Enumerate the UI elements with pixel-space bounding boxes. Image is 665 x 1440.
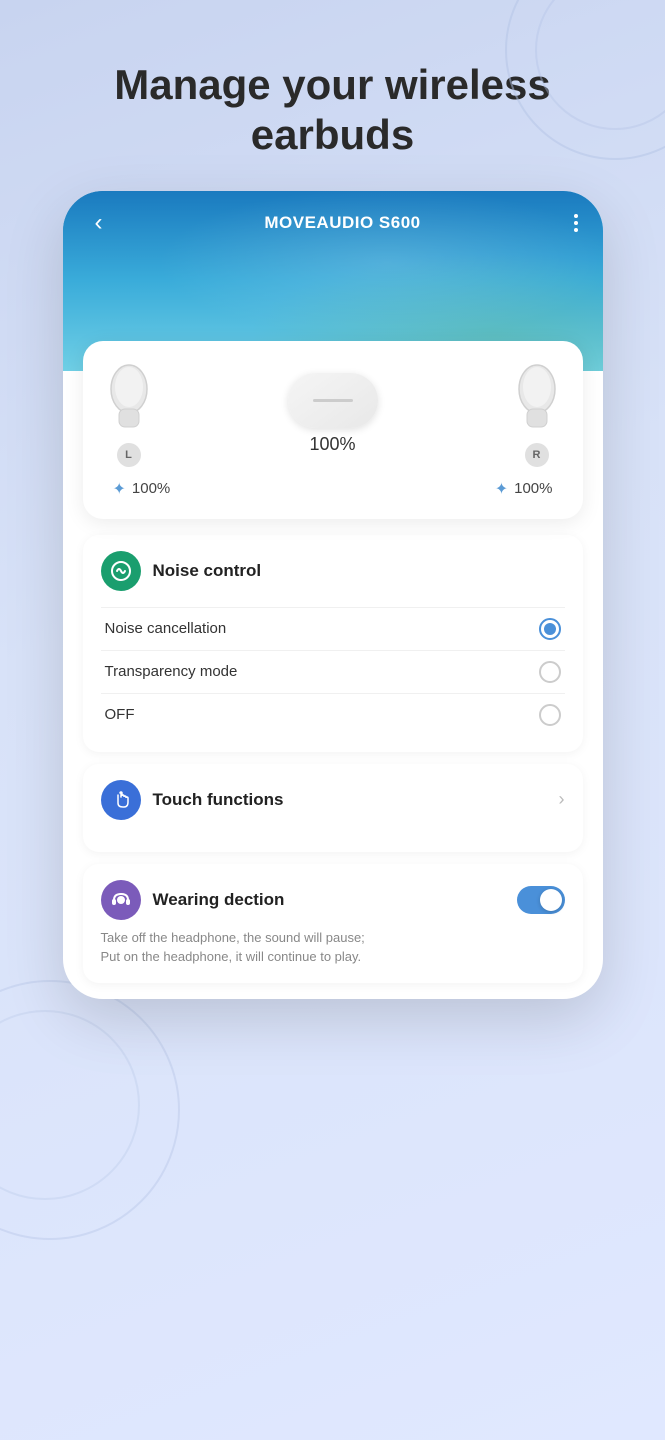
earbuds-section: L 100% R [83, 341, 583, 519]
device-name-label: MOVEAUDIO S600 [264, 213, 420, 233]
transparency-mode-radio[interactable] [539, 661, 561, 683]
earbud-right-icon [511, 361, 563, 439]
earbuds-case-container: L 100% R [103, 361, 563, 467]
noise-control-card: Noise control Noise cancellation Transpa… [83, 535, 583, 752]
radio-inner-selected [544, 623, 556, 635]
more-dot-3 [574, 228, 578, 232]
wearing-desc-line2: Put on the headphone, it will continue t… [101, 949, 362, 964]
noise-control-header: Noise control [101, 551, 565, 591]
page-title-line2: earbuds [251, 111, 414, 158]
phone-mockup: ‹ MOVEAUDIO S600 L [63, 191, 603, 999]
noise-cancellation-row[interactable]: Noise cancellation [101, 607, 565, 650]
left-battery-label: 100% [132, 480, 170, 497]
wearing-detection-toggle[interactable] [517, 886, 565, 914]
touch-functions-card[interactable]: Touch functions › [83, 764, 583, 852]
touch-functions-title: Touch functions [153, 790, 284, 810]
more-menu-button[interactable] [570, 210, 582, 236]
wearing-detection-header: Wearing dection [101, 880, 565, 920]
noise-cancellation-label: Noise cancellation [105, 620, 227, 637]
more-dot-2 [574, 221, 578, 225]
off-row[interactable]: OFF [101, 693, 565, 736]
bluetooth-right-icon: ✦ [495, 479, 508, 499]
case-battery-label: 100% [309, 434, 355, 455]
earbud-left-label: L [117, 443, 141, 467]
battery-row: ✦ 100% ✦ 100% [103, 479, 563, 499]
noise-cancellation-radio[interactable] [539, 618, 561, 640]
wearing-detection-title: Wearing dection [153, 890, 285, 910]
more-dot-1 [574, 214, 578, 218]
toggle-thumb [540, 889, 562, 911]
off-radio[interactable] [539, 704, 561, 726]
header-nav: ‹ MOVEAUDIO S600 [63, 191, 603, 255]
transparency-mode-label: Transparency mode [105, 663, 238, 680]
wearing-desc-line1: Take off the headphone, the sound will p… [101, 930, 365, 945]
wearing-detection-card: Wearing dection Take off the headphone, … [83, 864, 583, 983]
noise-control-icon [101, 551, 141, 591]
back-button[interactable]: ‹ [83, 207, 115, 239]
deco-circle-3 [0, 980, 180, 1240]
earbud-left-icon [103, 361, 155, 439]
content-area: Noise control Noise cancellation Transpa… [63, 519, 603, 999]
transparency-mode-row[interactable]: Transparency mode [101, 650, 565, 693]
earbud-left: L [103, 361, 155, 467]
wearing-detection-icon [101, 880, 141, 920]
wearing-detection-desc: Take off the headphone, the sound will p… [101, 928, 565, 967]
bluetooth-left-icon: ✦ [113, 479, 126, 499]
touch-functions-icon [101, 780, 141, 820]
page-title: Manage your wireless earbuds [0, 0, 665, 191]
case-center: 100% [288, 373, 378, 455]
deco-circle-4 [0, 1010, 140, 1200]
left-battery: ✦ 100% [113, 479, 171, 499]
earbud-right-label: R [525, 443, 549, 467]
back-icon: ‹ [95, 209, 103, 237]
touch-functions-header: Touch functions › [101, 780, 565, 820]
earbud-right: R [511, 361, 563, 467]
noise-control-title: Noise control [153, 561, 262, 581]
off-label: OFF [105, 706, 135, 723]
touch-functions-chevron-icon: › [559, 789, 565, 810]
case-line [313, 399, 353, 402]
right-battery-label: 100% [514, 480, 552, 497]
page-title-line1: Manage your wireless [114, 61, 551, 108]
case-icon [288, 373, 378, 428]
right-battery: ✦ 100% [495, 479, 553, 499]
